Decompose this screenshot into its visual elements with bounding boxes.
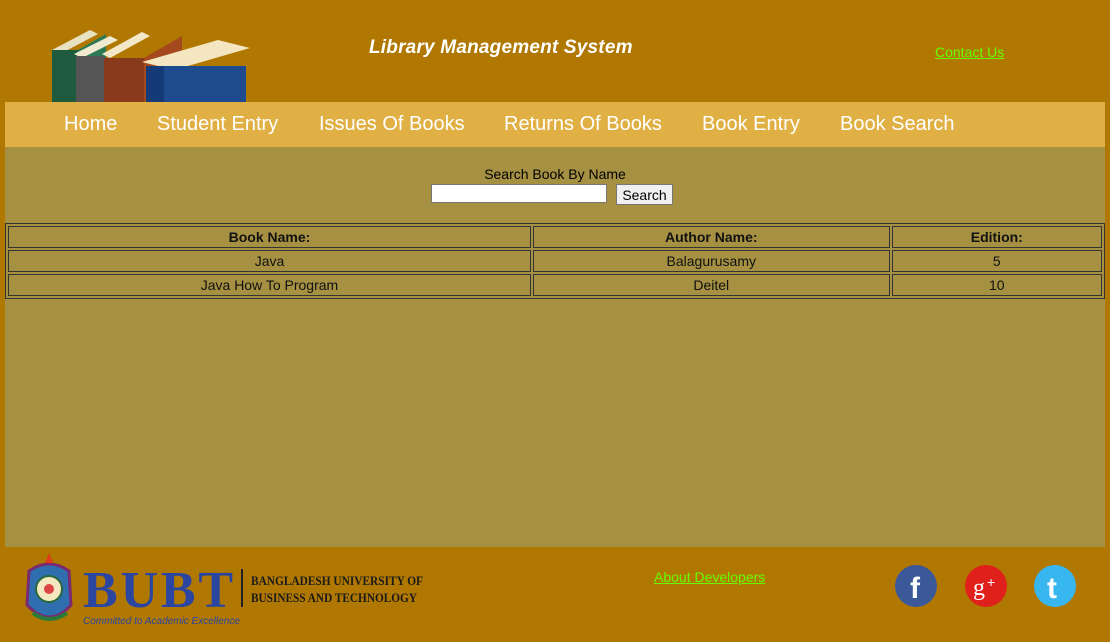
column-header-book-name: Book Name: (8, 226, 531, 248)
twitter-icon[interactable]: t (1034, 565, 1076, 607)
table-row: Java How To Program Deitel 10 (8, 274, 1102, 296)
nav-item-returns-of-books[interactable]: Returns Of Books (504, 102, 662, 147)
logo-university-line2: BUSINESS AND TECHNOLOGY (251, 590, 418, 605)
book-name-cell: Java (8, 250, 531, 272)
svg-text:+: + (987, 574, 995, 590)
edition-cell: 10 (891, 274, 1102, 296)
page-frame: Library Management System Contact Us Hom… (5, 2, 1105, 642)
book-search-input[interactable] (431, 184, 607, 203)
table-row: Java Balagurusamy 5 (8, 250, 1102, 272)
site-footer: BUBT BANGLADESH UNIVERSITY OF BUSINESS A… (5, 547, 1105, 642)
svg-text:g: g (973, 575, 985, 601)
author-name-cell: Deitel (532, 274, 890, 296)
logo-abbreviation: BUBT (83, 562, 233, 619)
book-results-table: Book Name: Author Name: Edition: Java Ba… (5, 223, 1105, 299)
google-plus-icon[interactable]: g + (965, 565, 1007, 607)
edition-cell: 5 (891, 250, 1102, 272)
about-developers-link[interactable]: About Developers (654, 569, 765, 585)
page-title: Library Management System (369, 37, 633, 58)
site-header: Library Management System Contact Us (5, 2, 1105, 102)
book-name-cell: Java How To Program (8, 274, 531, 296)
column-header-edition: Edition: (891, 226, 1102, 248)
search-button[interactable]: Search (616, 184, 673, 205)
logo-university-line1: BANGLADESH UNIVERSITY OF (251, 573, 423, 588)
nav-item-book-search[interactable]: Book Search (840, 102, 955, 147)
nav-item-home[interactable]: Home (64, 102, 117, 147)
bubt-logo: BUBT BANGLADESH UNIVERSITY OF BUSINESS A… (25, 553, 423, 627)
column-header-author-name: Author Name: (532, 226, 890, 248)
main-content: Search Book By Name Search Book Name: Au… (5, 147, 1105, 547)
search-label: Search Book By Name (484, 166, 626, 182)
contact-us-link[interactable]: Contact Us (935, 44, 1004, 60)
nav-item-book-entry[interactable]: Book Entry (702, 102, 800, 147)
facebook-icon[interactable]: f (895, 565, 937, 607)
nav-item-student-entry[interactable]: Student Entry (157, 102, 278, 147)
table-header-row: Book Name: Author Name: Edition: (8, 226, 1102, 248)
author-name-cell: Balagurusamy (532, 250, 890, 272)
books-logo (52, 30, 250, 102)
svg-text:f: f (910, 572, 921, 605)
nav-item-issues-of-books[interactable]: Issues Of Books (319, 102, 465, 147)
main-nav: Home Student Entry Issues Of Books Retur… (5, 102, 1105, 147)
svg-text:t: t (1047, 572, 1057, 605)
logo-tagline: Committed to Academic Excellence (83, 616, 240, 627)
